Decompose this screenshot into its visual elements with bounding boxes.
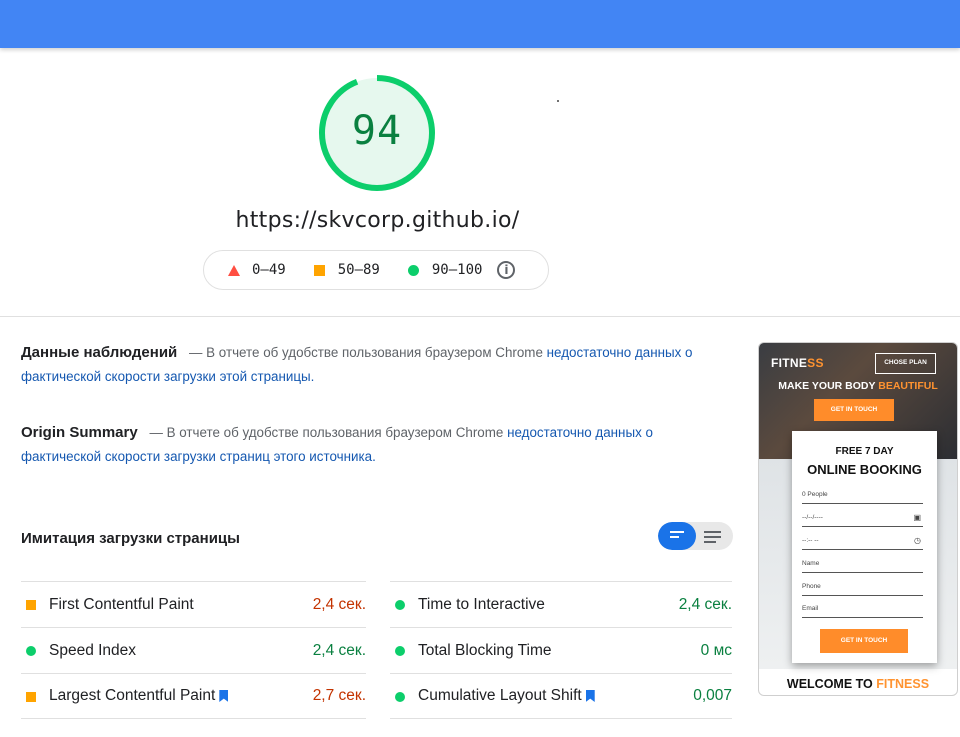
thumb-card-title: ONLINE BOOKING <box>807 462 922 477</box>
bookmark-icon <box>585 690 595 702</box>
origin-summary-text: В отчете об удобстве пользования браузер… <box>166 425 504 440</box>
thumb-booking-card: FREE 7 DAY ONLINE BOOKING 0 People --/--… <box>792 431 937 663</box>
metric-status-icon <box>395 692 405 702</box>
legend-pass-label: 90–100 <box>431 262 483 278</box>
thumb-field-text: --:-- -- <box>802 537 819 544</box>
fail-triangle-icon <box>228 264 240 276</box>
final-screenshot-thumbnail[interactable]: FITNESS CHOSE PLAN MAKE YOUR BODY BEAUTI… <box>758 342 958 696</box>
thumb-cta-top: GET IN TOUCH <box>814 399 894 421</box>
origin-summary-title: Origin Summary <box>21 424 138 441</box>
lab-data-title: Имитация загрузки страницы <box>21 530 240 547</box>
average-square-icon <box>313 264 325 276</box>
thumb-headline-accent: BEAUTIFUL <box>878 380 938 392</box>
metric-name-text: Total Blocking Time <box>418 641 552 659</box>
metric-status-icon <box>26 600 36 610</box>
thumb-field: --:-- -- ◷ <box>802 535 923 550</box>
metric-name-text: Cumulative Layout Shift <box>418 687 582 704</box>
thumb-card-kicker: FREE 7 DAY <box>835 446 894 457</box>
thumb-cta-card: GET IN TOUCH <box>820 629 908 653</box>
thumb-field: Name <box>802 558 923 573</box>
metric-value: 2,4 сек. <box>678 595 732 613</box>
metric-name: Speed Index <box>49 642 136 660</box>
performance-score: 94 <box>351 108 403 154</box>
origin-summary-section: Origin Summary — В отчете об удобстве по… <box>21 421 701 469</box>
metric-name: Time to Interactive <box>418 596 545 614</box>
score-legend: 0–49 50–89 90–100 i <box>203 250 549 290</box>
thumb-headline: MAKE YOUR BODY BEAUTIFUL <box>759 380 957 392</box>
metric-value: 2,4 сек. <box>312 641 366 659</box>
metrics-left-column: First Contentful Paint 2,4 сек. Speed In… <box>21 581 366 719</box>
metric-row: Largest Contentful Paint 2,7 сек. <box>21 673 366 719</box>
metric-value: 0,007 <box>693 687 732 704</box>
metric-status-icon <box>395 600 405 610</box>
metric-row: Total Blocking Time 0 мс <box>390 627 732 673</box>
metric-value: 0 мс <box>700 641 732 659</box>
legend-fail: 0–49 <box>228 262 286 278</box>
field-data-text: В отчете об удобстве пользования браузер… <box>206 345 543 360</box>
clock-icon: ◷ <box>914 536 921 545</box>
metrics-view-toggle[interactable] <box>658 522 733 550</box>
metric-name: Largest Contentful Paint <box>49 687 229 705</box>
metric-name: Total Blocking Time <box>418 642 552 660</box>
metric-name-text: Largest Contentful Paint <box>49 687 216 704</box>
metric-status-icon <box>26 646 36 656</box>
legend-average-label: 50–89 <box>337 262 380 278</box>
metric-row: Speed Index 2,4 сек. <box>21 627 366 673</box>
legend-pass: 90–100 <box>407 262 483 278</box>
thumb-field-text: 0 People <box>802 491 828 498</box>
thumb-headline-main: MAKE YOUR BODY <box>778 380 876 392</box>
metrics-right-column: Time to Interactive 2,4 сек. Total Block… <box>390 581 732 719</box>
metric-name: Cumulative Layout Shift <box>418 687 595 705</box>
thumb-welcome-accent: FITNESS <box>876 677 930 691</box>
pass-circle-icon <box>407 264 419 276</box>
thumb-field-text: Email <box>802 605 819 612</box>
compact-view-button[interactable] <box>658 522 696 550</box>
thumb-brand: FITNESS <box>771 356 824 370</box>
thumb-brand-accent: SS <box>807 356 824 370</box>
thumb-field: Email <box>802 603 923 618</box>
metric-status-icon <box>395 646 405 656</box>
field-data-section: Данные наблюдений — В отчете об удобстве… <box>21 341 701 389</box>
metric-status-icon <box>26 692 36 702</box>
origin-summary-dash: — <box>149 425 163 440</box>
field-data-title: Данные наблюдений <box>21 344 178 361</box>
section-divider <box>0 316 960 317</box>
detailed-view-icon[interactable] <box>704 531 721 546</box>
audited-url: https://skvcorp.github.io/ <box>235 208 520 233</box>
thumb-field: Phone <box>802 581 923 596</box>
thumb-field-text: Name <box>802 560 820 567</box>
metric-name: First Contentful Paint <box>49 596 194 614</box>
stray-dot <box>557 100 559 102</box>
info-icon[interactable]: i <box>497 261 516 279</box>
calendar-icon: ▣ <box>913 513 921 522</box>
thumb-welcome-main: WELCOME TO <box>786 677 873 691</box>
thumb-welcome: WELCOME TO FITNESS <box>759 677 957 691</box>
metric-value: 2,4 сек. <box>312 595 366 613</box>
compact-view-icon <box>670 531 684 541</box>
thumb-field: 0 People <box>802 489 923 504</box>
thumb-field-text: Phone <box>802 583 821 590</box>
legend-average: 50–89 <box>313 262 380 278</box>
bookmark-icon <box>219 690 229 702</box>
metric-value: 2,7 сек. <box>312 687 366 704</box>
metric-row: Time to Interactive 2,4 сек. <box>390 581 732 627</box>
metric-name-text: Time to Interactive <box>418 595 545 613</box>
thumb-brand-main: FITNE <box>771 356 808 370</box>
thumb-field: --/--/---- ▣ <box>802 512 923 527</box>
metric-row: Cumulative Layout Shift 0,007 <box>390 673 732 719</box>
top-bar <box>0 0 960 48</box>
metric-name-text: First Contentful Paint <box>49 595 194 613</box>
thumb-field-text: --/--/---- <box>802 514 823 521</box>
metric-name-text: Speed Index <box>49 641 137 659</box>
field-data-dash: — <box>189 345 203 360</box>
thumb-chose-plan-button: CHOSE PLAN <box>875 353 936 374</box>
metric-row: First Contentful Paint 2,4 сек. <box>21 581 366 627</box>
legend-fail-label: 0–49 <box>252 262 286 278</box>
